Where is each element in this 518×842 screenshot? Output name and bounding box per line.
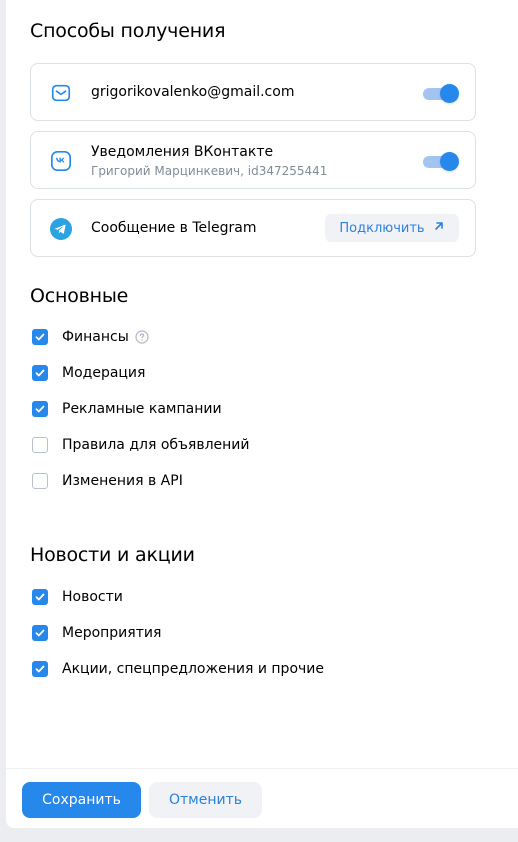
checkbox-ad-campaigns[interactable] xyxy=(32,401,48,417)
news-section-title: Новости и акции xyxy=(30,544,195,566)
checkbox-row-promotions[interactable]: Акции, спецпредложения и прочие xyxy=(32,659,324,679)
toggle-knob xyxy=(440,152,459,171)
checkbox-row-events[interactable]: Мероприятия xyxy=(32,623,161,643)
telegram-connect-button[interactable]: Подключить xyxy=(325,214,459,242)
checkbox-news[interactable] xyxy=(32,589,48,605)
connect-label: Подключить xyxy=(339,220,425,236)
vk-account-name: Григорий Марцинкевич, id347255441 xyxy=(91,164,328,178)
checkbox-row-ad-rules[interactable]: Правила для объявлений xyxy=(32,435,250,455)
vk-channel-card: Уведомления ВКонтакте Григорий Марцинкев… xyxy=(30,131,476,189)
checkbox-promotions[interactable] xyxy=(32,661,48,677)
checkbox-api-changes[interactable] xyxy=(32,473,48,489)
telegram-channel-label: Сообщение в Telegram xyxy=(91,220,257,236)
checkbox-row-moderation[interactable]: Модерация xyxy=(32,363,145,383)
checkbox-finance[interactable] xyxy=(32,329,48,345)
email-toggle[interactable] xyxy=(423,84,459,103)
email-address: grigorikovalenko@gmail.com xyxy=(91,84,295,100)
help-icon[interactable] xyxy=(135,330,149,344)
checkbox-row-ad-campaigns[interactable]: Рекламные кампании xyxy=(32,399,222,419)
checkbox-label: Рекламные кампании xyxy=(62,401,222,417)
checkbox-moderation[interactable] xyxy=(32,365,48,381)
checkbox-row-news[interactable]: Новости xyxy=(32,587,123,607)
checkbox-row-finance[interactable]: Финансы xyxy=(32,327,149,347)
mail-icon xyxy=(49,81,73,105)
delivery-methods-title: Способы получения xyxy=(30,20,226,42)
checkbox-label: Модерация xyxy=(62,365,146,381)
main-section-title: Основные xyxy=(30,285,129,307)
vk-channel-label: Уведомления ВКонтакте xyxy=(91,144,274,160)
checkbox-ad-rules[interactable] xyxy=(32,437,48,453)
checkbox-label: Финансы xyxy=(62,329,129,345)
email-channel-card: grigorikovalenko@gmail.com xyxy=(30,63,476,121)
checkbox-label: Новости xyxy=(62,589,123,605)
arrow-up-right-icon xyxy=(433,220,445,236)
checkbox-row-api-changes[interactable]: Изменения в API xyxy=(32,471,183,491)
checkbox-label: Акции, спецпредложения и прочие xyxy=(62,661,324,677)
telegram-channel-card: Сообщение в Telegram Подключить xyxy=(30,199,476,257)
notification-settings-panel: Способы получения grigorikovalenko@gmail… xyxy=(6,0,518,828)
telegram-icon xyxy=(49,217,73,241)
checkbox-label: Мероприятия xyxy=(62,625,162,641)
footer-divider xyxy=(6,768,518,769)
checkbox-label: Правила для объявлений xyxy=(62,437,250,453)
checkbox-label: Изменения в API xyxy=(62,473,183,489)
vk-toggle[interactable] xyxy=(423,152,459,171)
cancel-button[interactable]: Отменить xyxy=(149,782,262,818)
checkbox-events[interactable] xyxy=(32,625,48,641)
vk-icon xyxy=(49,149,73,173)
toggle-knob xyxy=(440,84,459,103)
save-button[interactable]: Сохранить xyxy=(22,782,141,818)
